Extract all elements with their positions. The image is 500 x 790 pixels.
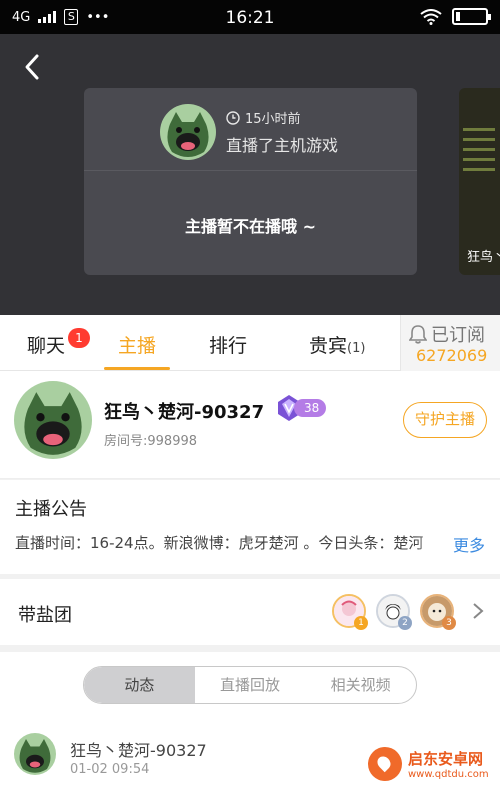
battery-icon — [452, 8, 491, 25]
post-author-avatar[interactable] — [14, 733, 56, 775]
watermark-name: 启东安卓网 — [408, 750, 484, 768]
tab-guests[interactable]: 贵宾(1) — [309, 331, 365, 358]
tab-guests-label: 贵宾 — [309, 335, 348, 357]
next-stream-thumbnail[interactable]: 狂鸟丶 — [459, 88, 500, 275]
chat-badge: 1 — [68, 328, 90, 348]
fan-group-row[interactable]: 带盐团 1 2 3 — [0, 579, 500, 645]
tab-streamer[interactable]: 主播 — [118, 331, 156, 358]
segment-related-videos[interactable]: 相关视频 — [305, 667, 416, 703]
segment-replays[interactable]: 直播回放 — [195, 667, 306, 703]
fan-avatar-2[interactable]: 2 — [376, 594, 412, 630]
tab-ranking[interactable]: 排行 — [209, 331, 247, 358]
streamer-avatar — [160, 104, 216, 160]
watermark: 启东安卓网 www.qdtdu.com — [368, 747, 489, 781]
watermark-url: www.qdtdu.com — [408, 769, 489, 780]
subscribed-label: 已订阅 — [431, 325, 485, 346]
announcement-text: 直播时间：16-24点。新浪微博：虎牙楚河 。今日头条：楚河 — [15, 532, 445, 556]
watermark-logo-icon — [368, 747, 402, 781]
streamer-info: 狂鸟丶楚河-90327 38 房间号:998998 守护主播 — [0, 371, 500, 479]
streamer-avatar-large[interactable] — [14, 381, 92, 459]
streamer-name: 狂鸟丶楚河-90327 — [104, 402, 265, 423]
guard-streamer-button[interactable]: 守护主播 — [403, 402, 487, 438]
feed-segmented-control: 动态 直播回放 相关视频 — [83, 666, 417, 704]
wifi-icon — [420, 8, 442, 25]
tab-bar: 聊天 1 主播 排行 贵宾(1) 已订阅 6272069 — [0, 315, 500, 371]
active-tab-indicator — [104, 367, 170, 370]
hero-area: 15小时前 直播了主机游戏 主播暂不在播哦 ~ 狂鸟丶 — [0, 34, 500, 315]
last-live-time: 15小时前 — [226, 108, 301, 127]
feed-section: 动态 直播回放 相关视频 狂鸟丶楚河-90327 01-02 09:54 启东安… — [0, 652, 500, 790]
room-id: 房间号:998998 — [104, 434, 198, 449]
fan-rank-1: 1 — [354, 616, 368, 630]
segment-activity[interactable]: 动态 — [84, 667, 195, 703]
level-badge: 38 — [276, 394, 327, 422]
tab-chat[interactable]: 聊天 — [27, 331, 65, 358]
activity-text: 直播了主机游戏 — [226, 136, 339, 155]
fan-avatar-1[interactable]: 1 — [332, 594, 368, 630]
status-bar: 4G S ••• 16:21 — [0, 0, 500, 34]
guest-count: (1) — [347, 341, 366, 356]
thumbnail-label: 狂鸟丶 — [467, 250, 500, 265]
announcement-section: 主播公告 直播时间：16-24点。新浪微博：虎牙楚河 。今日头条：楚河 更多 — [0, 480, 500, 574]
thumbnail-image — [463, 128, 495, 178]
clock-icon — [226, 110, 240, 125]
offline-stream-card[interactable]: 15小时前 直播了主机游戏 主播暂不在播哦 ~ — [84, 88, 417, 275]
level-number: 38 — [294, 399, 327, 417]
announcement-title: 主播公告 — [15, 499, 87, 520]
fan-avatar-3[interactable]: 3 — [420, 594, 456, 630]
fan-rank-3: 3 — [442, 616, 456, 630]
time-ago-text: 15小时前 — [245, 112, 301, 127]
back-icon[interactable] — [18, 52, 48, 82]
more-link[interactable]: 更多 — [453, 532, 485, 556]
card-divider — [84, 170, 417, 171]
subscribe-button[interactable]: 已订阅 6272069 — [400, 315, 500, 371]
subscriber-count: 6272069 — [416, 346, 488, 365]
status-right — [420, 8, 491, 25]
fan-group-title: 带盐团 — [18, 605, 72, 626]
post-author-name: 狂鸟丶楚河-90327 — [70, 741, 207, 760]
fan-rank-2: 2 — [398, 616, 412, 630]
offline-message: 主播暂不在播哦 ~ — [185, 217, 316, 236]
bell-icon — [409, 325, 427, 344]
post-time: 01-02 09:54 — [70, 762, 150, 777]
chevron-right-icon[interactable] — [470, 601, 486, 621]
